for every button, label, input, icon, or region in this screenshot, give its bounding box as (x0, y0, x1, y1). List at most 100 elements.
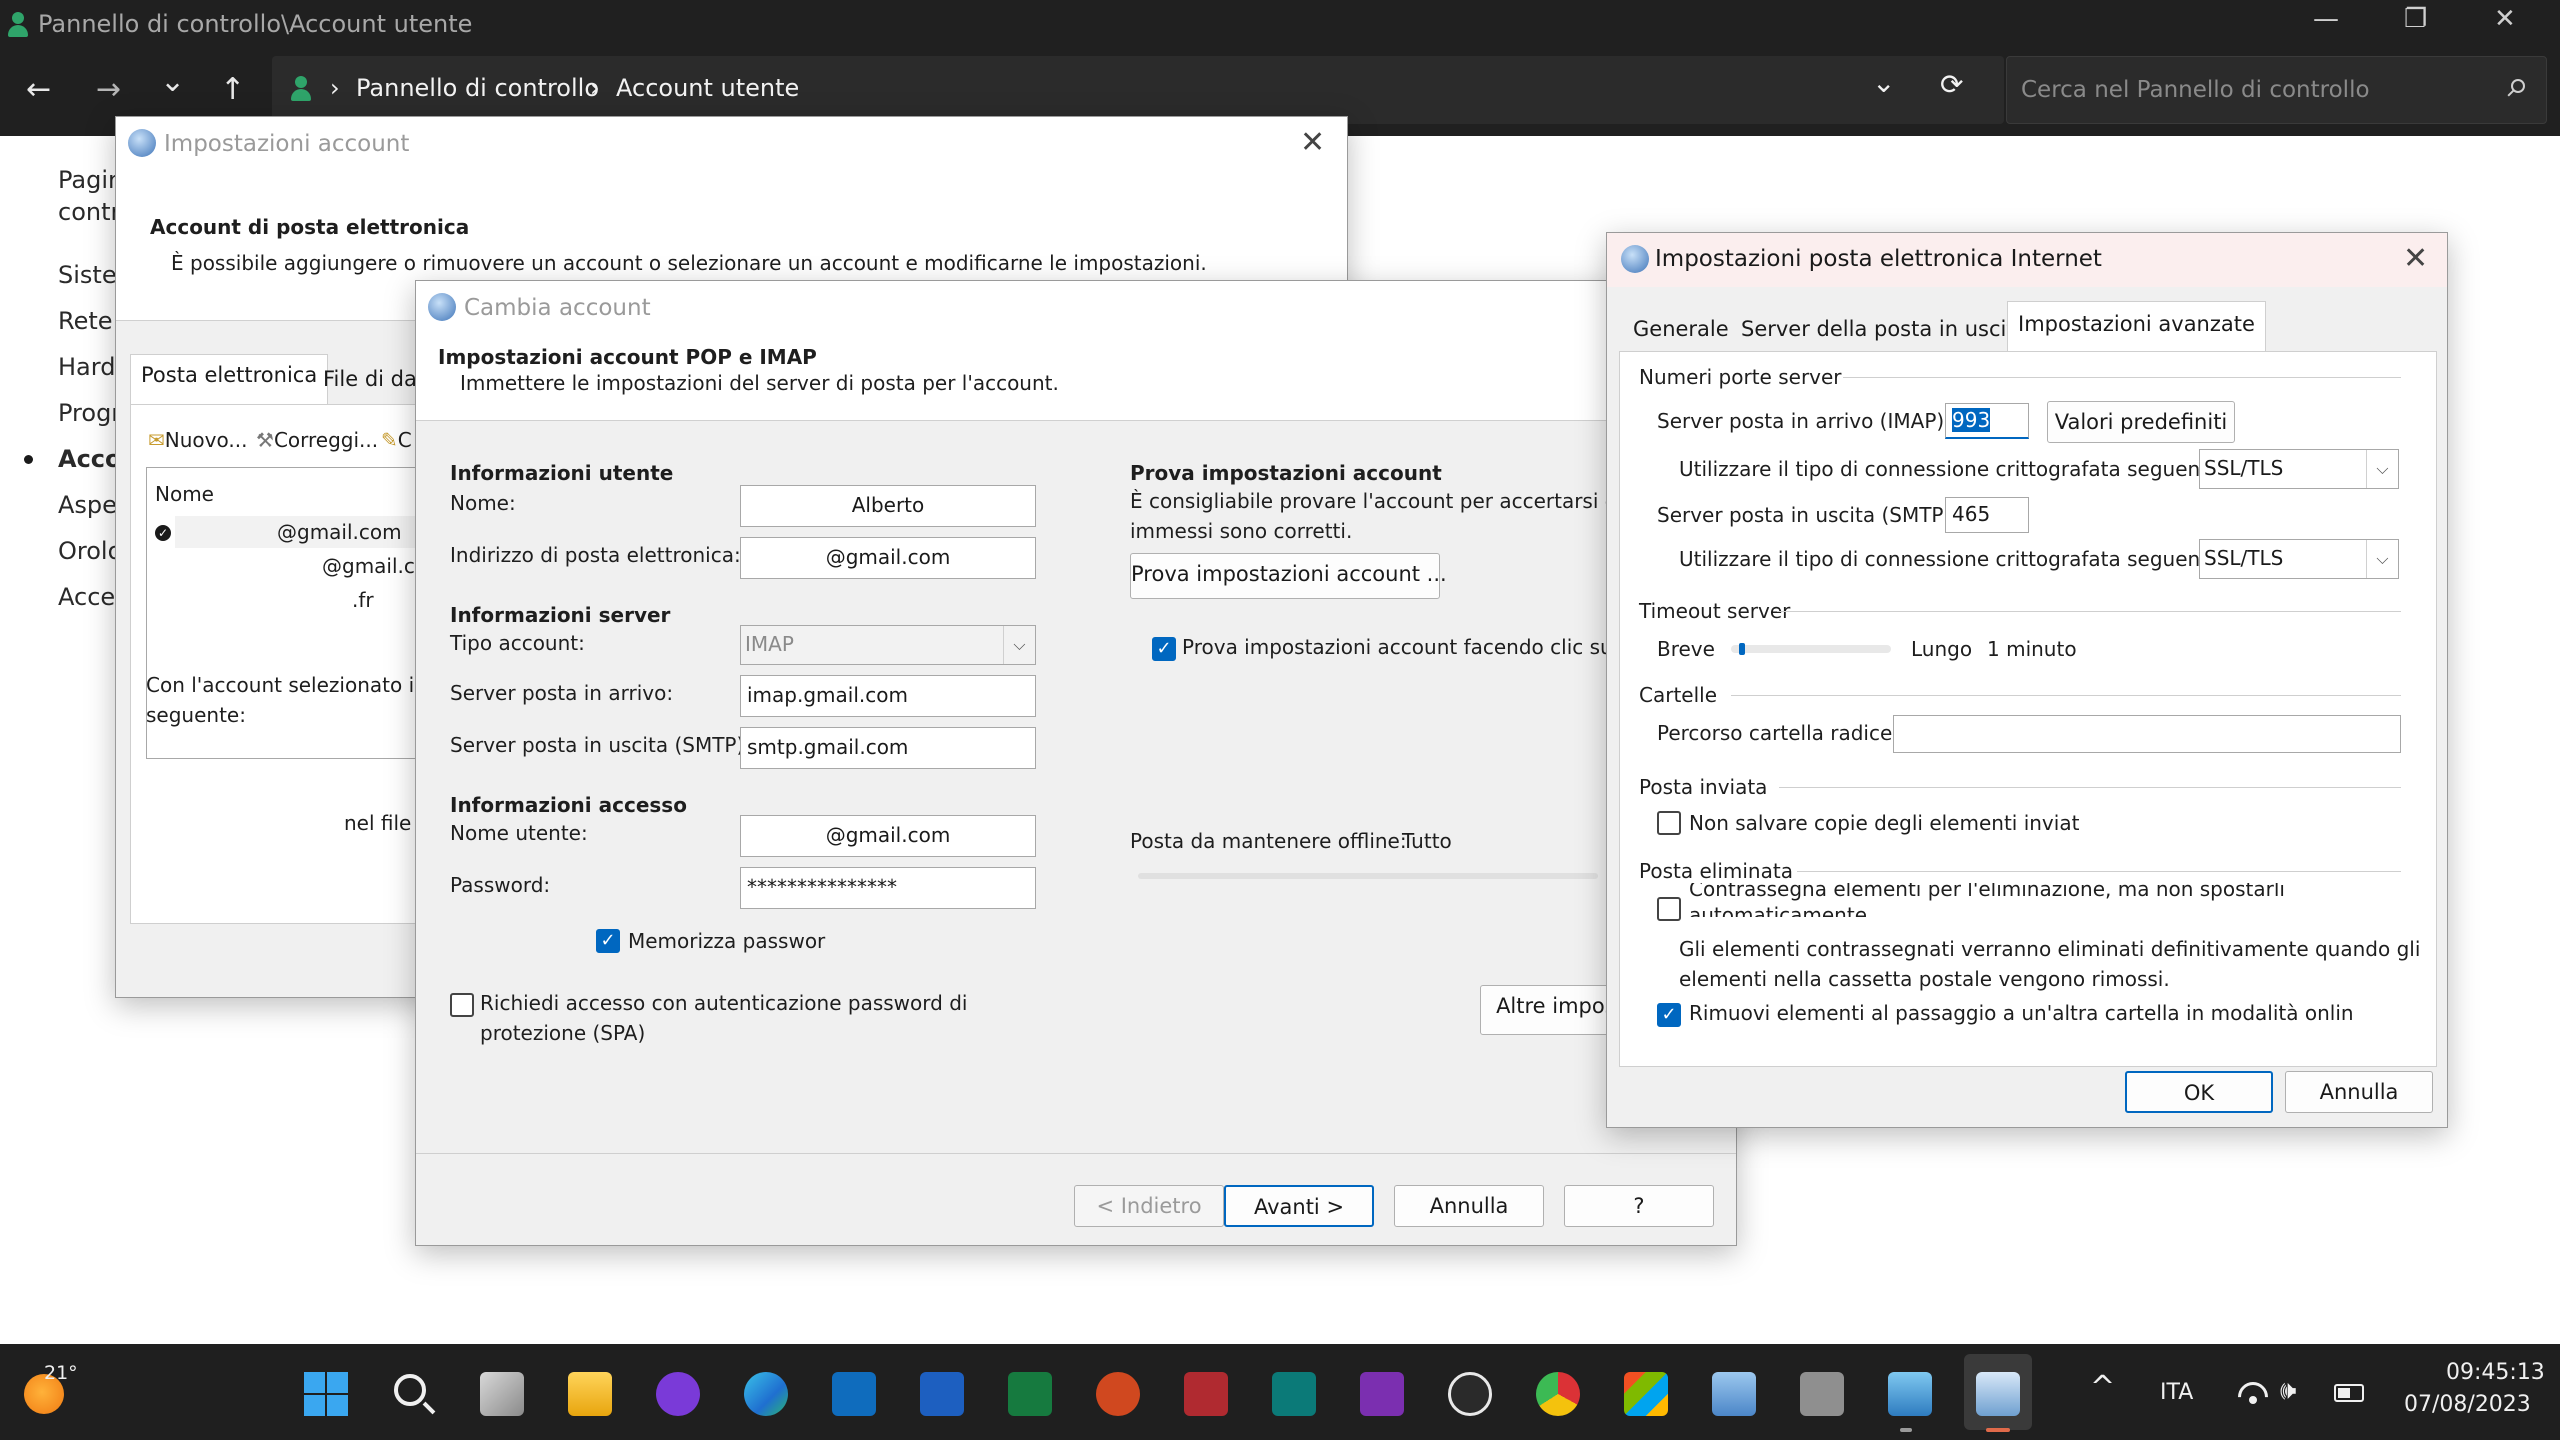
tab-outgoing-server[interactable]: Server della posta in uscita (1731, 309, 2037, 349)
mail-setup-icon[interactable] (1976, 1372, 2020, 1416)
minimize-button[interactable]: — (2313, 4, 2339, 34)
list-item[interactable]: @gmail.com (277, 520, 402, 544)
no-save-copies-checkbox[interactable] (1657, 811, 1681, 835)
wifi-icon[interactable] (2238, 1380, 2268, 1404)
new-icon: ✉ (148, 428, 165, 452)
dialog-titlebar: Impostazioni account ✕ (116, 117, 1347, 171)
onenote-icon[interactable] (1360, 1372, 1404, 1416)
control-panel-icon[interactable] (1888, 1372, 1932, 1416)
remember-password-checkbox[interactable]: ✓ (596, 929, 620, 953)
change-button[interactable]: ✎C (381, 428, 412, 452)
mark-for-deletion-checkbox[interactable] (1657, 897, 1681, 921)
help-button[interactable]: ? (1564, 1185, 1714, 1227)
start-windows-icon[interactable] (304, 1372, 348, 1416)
imap-port-input[interactable]: 993 (1945, 403, 2029, 439)
purge-info-text-line2: elementi nella cassetta postale vengono … (1679, 967, 2170, 991)
task-view-icon[interactable] (480, 1372, 524, 1416)
sidebar-item-home-line2[interactable]: contr (58, 198, 120, 226)
email-input[interactable]: @gmail.com (740, 537, 1036, 579)
tab-general[interactable]: Generale (1623, 309, 1739, 349)
cancel-button[interactable]: Annulla (1394, 1185, 1544, 1227)
incoming-server-input[interactable]: imap.gmail.com (740, 675, 1036, 717)
ok-button[interactable]: OK (2125, 1071, 2273, 1113)
sidebar-item-accounts[interactable]: Acco (58, 445, 122, 473)
address-dropdown-chevron-icon[interactable]: ⌄ (1872, 66, 1895, 99)
purge-online-checkbox[interactable]: ✓ (1657, 1003, 1681, 1027)
dialog-title: Impostazioni account (164, 131, 410, 157)
tab-email[interactable]: Posta elettronica (130, 354, 329, 404)
store-icon[interactable] (1624, 1372, 1668, 1416)
clock-time[interactable]: 09:45:13 (2446, 1360, 2545, 1385)
close-window-button[interactable]: ✕ (2494, 4, 2516, 34)
obs-icon[interactable] (1448, 1372, 1492, 1416)
sent-group-label: Posta inviata (1639, 775, 1768, 799)
timeout-slider[interactable] (1731, 643, 1891, 655)
spa-checkbox[interactable] (450, 993, 474, 1017)
list-item[interactable]: .fr (352, 588, 374, 612)
outgoing-server-input[interactable]: smtp.gmail.com (740, 727, 1036, 769)
outgoing-encryption-select[interactable]: SSL/TLS ⌵ (2199, 539, 2399, 579)
repair-button[interactable]: ⚒Correggi... (256, 428, 378, 452)
chrome-icon[interactable] (1536, 1372, 1580, 1416)
cancel-button[interactable]: Annulla (2285, 1071, 2433, 1113)
default-values-button[interactable]: Valori predefiniti (2047, 401, 2235, 443)
sidebar-item-clock[interactable]: Orolo (58, 537, 122, 565)
back-arrow-icon[interactable]: ← (26, 72, 51, 107)
name-input[interactable]: Alberto (740, 485, 1036, 527)
publisher-icon[interactable] (1272, 1372, 1316, 1416)
excel-icon[interactable] (1008, 1372, 1052, 1416)
breadcrumb-user-accounts[interactable]: Account utente (616, 74, 799, 102)
outlook-icon[interactable] (832, 1372, 876, 1416)
test-account-settings-button[interactable]: Prova impostazioni account ... (1130, 553, 1447, 599)
new-account-button[interactable]: ✉Nuovo... (148, 428, 247, 452)
smtp-port-input[interactable]: 465 (1945, 497, 2029, 533)
close-icon[interactable]: ✕ (2403, 241, 2428, 276)
sidebar-item-programs[interactable]: Progr (58, 399, 121, 427)
search-box[interactable]: Cerca nel Pannello di controllo (2006, 56, 2547, 124)
root-folder-input[interactable] (1893, 715, 2401, 753)
dialog-header: Impostazioni account POP e IMAP Immetter… (416, 335, 1736, 421)
close-icon[interactable]: ✕ (1300, 125, 1325, 160)
incoming-encryption-select[interactable]: SSL/TLS ⌵ (2199, 449, 2399, 489)
purple-app-icon[interactable] (656, 1372, 700, 1416)
timeout-long-label: Lungo (1911, 637, 1973, 661)
clock-date[interactable]: 07/08/2023 (2404, 1392, 2531, 1417)
powerpoint-icon[interactable] (1096, 1372, 1140, 1416)
search-icon[interactable] (392, 1372, 436, 1416)
password-input[interactable]: *************** (740, 867, 1036, 909)
word-icon[interactable] (920, 1372, 964, 1416)
forward-arrow-icon[interactable]: → (96, 72, 121, 107)
battery-icon[interactable] (2334, 1384, 2364, 1402)
offline-slider-track[interactable] (1138, 873, 1598, 879)
sidebar-item-home[interactable]: Pagin (58, 166, 123, 194)
maximize-button[interactable]: ❐ (2404, 4, 2427, 34)
sidebar-item-network[interactable]: Rete (58, 307, 113, 335)
calculator-icon[interactable] (1800, 1372, 1844, 1416)
access-icon[interactable] (1184, 1372, 1228, 1416)
timeout-slider-thumb[interactable] (1739, 643, 1745, 655)
refresh-icon[interactable]: ⟳ (1940, 68, 1963, 101)
test-on-next-checkbox[interactable]: ✓ (1152, 637, 1176, 661)
back-button[interactable]: < Indietro (1074, 1185, 1224, 1227)
recent-locations-chevron-icon[interactable]: ⌄ (160, 64, 185, 99)
search-icon[interactable] (2507, 79, 2527, 99)
test-settings-description: È consigliabile provare l'account per ac… (1130, 489, 1653, 513)
breadcrumb-control-panel[interactable]: Pannello di controllo (356, 74, 599, 102)
search-input[interactable]: Cerca nel Pannello di controllo (2021, 77, 2370, 103)
up-arrow-icon[interactable]: ↑ (220, 72, 245, 107)
next-button[interactable]: Avanti > (1224, 1185, 1374, 1227)
input-language[interactable]: ITA (2160, 1380, 2193, 1405)
photos-icon[interactable] (1712, 1372, 1756, 1416)
tab-advanced[interactable]: Impostazioni avanzate (2007, 301, 2266, 353)
volume-icon[interactable]: 🕪 (2280, 1376, 2296, 1407)
mail-globe-icon (128, 129, 156, 157)
running-indicator (1900, 1428, 1912, 1432)
edge-icon[interactable] (744, 1372, 788, 1416)
window-title: Pannello di controllo\Account utente (38, 10, 473, 38)
chevron-down-icon: ⌵ (1003, 626, 1035, 664)
weather-temperature: 21° (44, 1362, 78, 1384)
address-bar[interactable]: › Pannello di controllo › Account utente… (272, 56, 2004, 124)
username-input[interactable]: @gmail.com (740, 815, 1036, 857)
file-explorer-icon[interactable] (568, 1372, 612, 1416)
show-hidden-icons-chevron-icon[interactable]: ^ (2090, 1370, 2115, 1405)
